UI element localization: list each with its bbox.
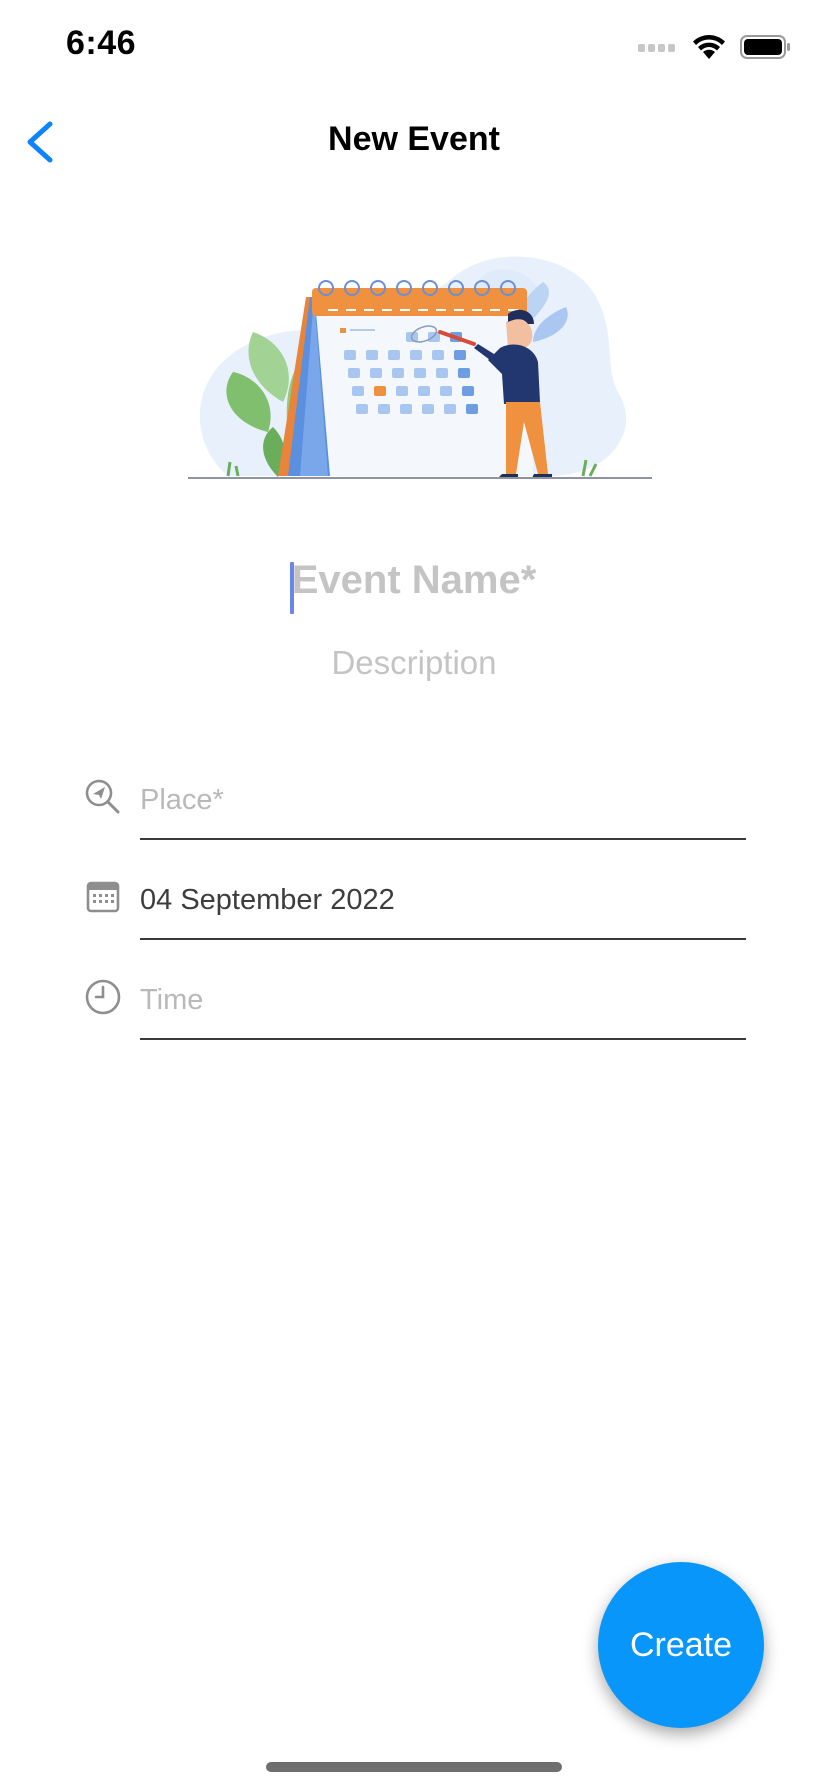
date-field[interactable]: [140, 872, 746, 940]
place-row: [84, 772, 746, 844]
event-name-input[interactable]: [184, 558, 644, 603]
create-button[interactable]: Create: [598, 1562, 764, 1728]
clock-icon: [85, 979, 121, 1015]
page-title: New Event: [328, 120, 500, 158]
time-row: [84, 972, 746, 1044]
place-field[interactable]: [140, 772, 746, 840]
calendar-icon: [86, 881, 120, 913]
new-event-screen: 6:46 New Event Event Name* Description P…: [0, 0, 828, 1792]
place-input[interactable]: [140, 772, 746, 828]
status-icons: [638, 34, 792, 60]
home-indicator: [266, 1762, 562, 1772]
signal-icon: [638, 44, 675, 52]
calendar-illustration: [188, 256, 652, 479]
event-name-field[interactable]: [0, 558, 828, 620]
battery-icon: [740, 35, 790, 59]
status-time: 6:46: [66, 24, 137, 62]
location-search-icon: [85, 779, 120, 814]
time-field[interactable]: [140, 972, 746, 1040]
description-input[interactable]: [214, 644, 614, 682]
date-input[interactable]: [140, 872, 746, 928]
time-input[interactable]: [140, 972, 746, 1028]
text-cursor: [290, 562, 294, 614]
wifi-icon: [693, 35, 725, 59]
date-row: [84, 872, 746, 944]
